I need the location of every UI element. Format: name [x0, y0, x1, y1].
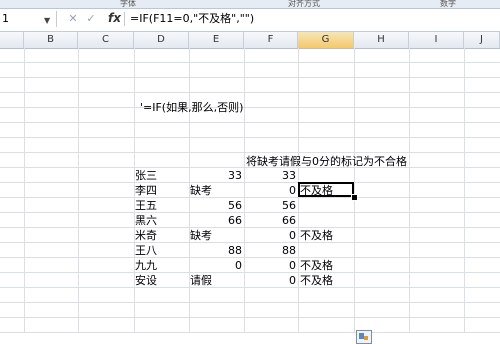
ribbon-bottom-edge: 字体 对齐方式 数字	[0, 0, 500, 9]
score-f-cell[interactable]: 0	[245, 273, 296, 288]
column-header-g[interactable]: G	[298, 32, 354, 48]
enter-formula-button[interactable]: ✓	[84, 12, 98, 26]
formula-bar: 1 ▼ ✕ ✓ fx =IF(F11=0,"不及格","")	[0, 9, 500, 32]
column-header-h[interactable]: H	[354, 32, 409, 48]
grid-line	[464, 48, 465, 333]
grid-line	[0, 77, 500, 78]
name-cell[interactable]: 黑六	[135, 213, 157, 228]
grid-line	[0, 92, 500, 93]
grid-line	[0, 152, 500, 153]
formula-separator	[124, 12, 125, 26]
remark-cell[interactable]: 缺考	[190, 183, 212, 198]
grid-line	[0, 302, 500, 303]
name-cell[interactable]: 王八	[135, 243, 157, 258]
ribbon-group-alignment: 对齐方式	[288, 0, 320, 8]
result-cell[interactable]: 不及格	[300, 273, 333, 288]
select-all-corner[interactable]	[0, 32, 24, 48]
column-header-f[interactable]: F	[244, 32, 298, 48]
cell-grid[interactable]: '=IF(如果,那么,否则) 将缺考请假与0分的标记为不合格 张三 李四 王五 …	[0, 48, 500, 344]
name-box-value: 1	[2, 12, 9, 25]
grid-line	[0, 107, 500, 108]
score-e-cell[interactable]: 56	[190, 198, 242, 213]
grid-line	[0, 137, 500, 138]
fill-handle[interactable]	[351, 194, 358, 201]
name-cell[interactable]: 米奇	[135, 228, 157, 243]
name-cell[interactable]: 王五	[135, 198, 157, 213]
column-header-j[interactable]: J	[464, 32, 500, 48]
insert-function-button[interactable]: fx	[108, 11, 121, 25]
grid-line	[0, 317, 500, 318]
score-e-cell[interactable]: 88	[190, 243, 242, 258]
result-cell[interactable]: 不及格	[300, 228, 333, 243]
formula-input[interactable]: =IF(F11=0,"不及格","")	[130, 11, 254, 27]
name-cell[interactable]: 安设	[135, 273, 157, 288]
score-e-cell[interactable]: 33	[190, 168, 242, 183]
column-header-i[interactable]: I	[409, 32, 464, 48]
name-cell[interactable]: 张三	[135, 168, 157, 183]
name-cell[interactable]: 九九	[135, 258, 157, 273]
cell-f-header[interactable]: 将缺考请假与0分的标记为不合格	[246, 154, 407, 169]
cancel-formula-button[interactable]: ✕	[66, 12, 80, 26]
grid-line	[354, 48, 355, 333]
cell-d-note[interactable]: '=IF(如果,那么,否则)	[140, 100, 243, 115]
grid-line	[78, 48, 79, 333]
score-f-cell[interactable]: 0	[245, 183, 296, 198]
column-header-c[interactable]: C	[78, 32, 134, 48]
score-f-cell[interactable]: 88	[245, 243, 296, 258]
column-header-d[interactable]: D	[134, 32, 189, 48]
score-f-cell[interactable]: 66	[245, 213, 296, 228]
result-cell[interactable]: 不及格	[300, 258, 333, 273]
remark-cell[interactable]: 请假	[190, 273, 212, 288]
score-f-cell[interactable]: 0	[245, 228, 296, 243]
grid-line	[0, 122, 500, 123]
column-header-e[interactable]: E	[189, 32, 244, 48]
score-e-cell[interactable]: 66	[190, 213, 242, 228]
grid-line	[409, 48, 410, 333]
ribbon-group-font: 字体	[120, 0, 136, 8]
column-header-b[interactable]: B	[24, 32, 78, 48]
paste-options-icon[interactable]	[356, 330, 372, 344]
name-box[interactable]: 1 ▼	[0, 11, 57, 27]
grid-line	[24, 48, 25, 333]
active-cell-border[interactable]	[298, 182, 354, 197]
grid-line	[0, 62, 500, 63]
score-e-cell[interactable]: 0	[190, 258, 242, 273]
chevron-down-icon[interactable]: ▼	[44, 13, 50, 29]
column-headers: B C D E F G H I J	[0, 32, 500, 49]
score-f-cell[interactable]: 56	[245, 198, 296, 213]
ribbon-group-number: 数字	[440, 0, 456, 8]
remark-cell[interactable]: 缺考	[190, 228, 212, 243]
name-cell[interactable]: 李四	[135, 183, 157, 198]
score-f-cell[interactable]: 0	[245, 258, 296, 273]
score-f-cell[interactable]: 33	[245, 168, 296, 183]
